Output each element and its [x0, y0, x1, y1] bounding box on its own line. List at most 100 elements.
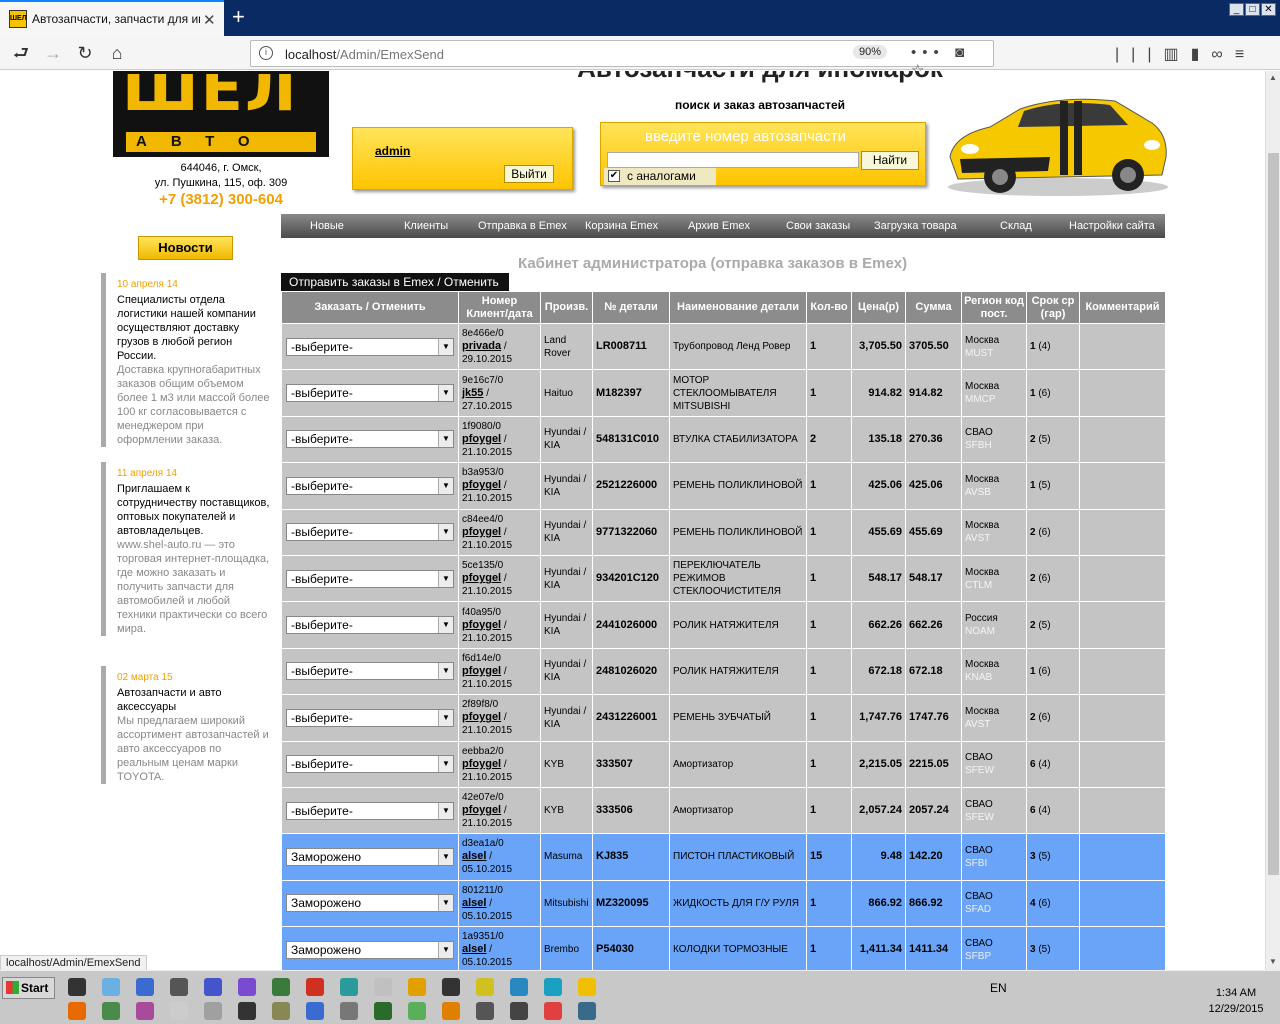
- client-link[interactable]: privada: [462, 340, 501, 352]
- client-link[interactable]: jk55: [462, 387, 483, 399]
- minimize-window-icon[interactable]: _: [1229, 3, 1244, 16]
- vstudio-taskbar-icon[interactable]: [238, 978, 256, 996]
- news-headline[interactable]: Автозапчасти и авто аксессуары: [117, 686, 271, 714]
- chrome-taskbar-icon[interactable]: [510, 978, 528, 996]
- pocket-icon[interactable]: ◙: [955, 44, 970, 61]
- flag-taskbar-icon[interactable]: [544, 1002, 562, 1020]
- action-select[interactable]: -выберите- ▼: [286, 569, 454, 588]
- news-headline[interactable]: Специалисты отдела логистики нашей компа…: [117, 293, 271, 363]
- fb-taskbar-icon[interactable]: [170, 978, 188, 996]
- system-clock[interactable]: 1:34 AM 12/29/2015: [1195, 985, 1277, 1017]
- firefox-taskbar-icon[interactable]: [68, 1002, 86, 1020]
- action-select[interactable]: -выберите- ▼: [286, 476, 454, 495]
- back-icon[interactable]: ⮐: [8, 41, 34, 65]
- db-taskbar-icon[interactable]: [204, 1002, 222, 1020]
- paint-taskbar-icon[interactable]: [340, 1002, 358, 1020]
- action-select[interactable]: -выберите- ▼: [286, 616, 454, 635]
- menu-item[interactable]: Загрузка товара: [874, 220, 957, 232]
- close-window-icon[interactable]: ✕: [1261, 3, 1276, 16]
- exe-taskbar-icon[interactable]: [408, 1002, 426, 1020]
- extension-icon[interactable]: ▮: [1191, 46, 1212, 63]
- client-link[interactable]: pfoygel: [462, 619, 501, 631]
- client-link[interactable]: pfoygel: [462, 804, 501, 816]
- action-select[interactable]: -выберите- ▼: [286, 662, 454, 681]
- action-select[interactable]: -выберите- ▼: [286, 384, 454, 403]
- action-select[interactable]: Заморожено ▼: [286, 940, 454, 959]
- scrollbar-thumb[interactable]: [1268, 153, 1279, 875]
- part-search-input[interactable]: [607, 152, 859, 168]
- client-link[interactable]: pfoygel: [462, 572, 501, 584]
- start-button[interactable]: Start: [2, 977, 55, 999]
- vs-taskbar-icon[interactable]: [136, 978, 154, 996]
- paint2-taskbar-icon[interactable]: [408, 978, 426, 996]
- sidebar-icon[interactable]: ▥: [1163, 46, 1190, 63]
- pin-taskbar-icon[interactable]: [476, 978, 494, 996]
- notepad-taskbar-icon[interactable]: [102, 978, 120, 996]
- network-taskbar-icon[interactable]: [374, 978, 392, 996]
- link-taskbar-icon[interactable]: [204, 978, 222, 996]
- client-link[interactable]: pfoygel: [462, 711, 501, 723]
- action-select[interactable]: Заморожено ▼: [286, 894, 454, 913]
- maximize-window-icon[interactable]: □: [1245, 3, 1260, 16]
- action-select[interactable]: -выберите- ▼: [286, 755, 454, 774]
- action-select[interactable]: -выберите- ▼: [286, 430, 454, 449]
- scroll-down-icon[interactable]: ▼: [1269, 957, 1277, 966]
- dropdown-arrow-icon[interactable]: ▼: [438, 802, 453, 819]
- edge-taskbar-icon[interactable]: [544, 978, 562, 996]
- reload-icon[interactable]: ↻: [72, 41, 98, 65]
- client-link[interactable]: pfoygel: [462, 526, 501, 538]
- news-headline[interactable]: Приглашаем к сотрудничеству поставщиков,…: [117, 482, 271, 538]
- cmd-taskbar-icon[interactable]: [68, 978, 86, 996]
- forward-icon[interactable]: →: [40, 41, 66, 65]
- client-link[interactable]: alsel: [462, 850, 486, 862]
- zoom-level-badge[interactable]: 90%: [853, 45, 888, 59]
- dropdown-arrow-icon[interactable]: ▼: [438, 524, 453, 541]
- site-info-icon[interactable]: i: [259, 46, 273, 60]
- menu-item[interactable]: Отправка в Emex: [478, 220, 567, 232]
- dropdown-arrow-icon[interactable]: ▼: [438, 431, 453, 448]
- explorer-taskbar-icon[interactable]: [102, 1002, 120, 1020]
- xls-taskbar-icon[interactable]: [272, 1002, 290, 1020]
- user-link[interactable]: admin: [375, 144, 410, 158]
- dropdown-arrow-icon[interactable]: ▼: [438, 895, 453, 912]
- dropdown-arrow-icon[interactable]: ▼: [438, 385, 453, 402]
- star-taskbar-icon[interactable]: [442, 978, 460, 996]
- menu-item[interactable]: Клиенты: [404, 220, 448, 232]
- action-select[interactable]: -выберите- ▼: [286, 337, 454, 356]
- dropdown-arrow-icon[interactable]: ▼: [438, 756, 453, 773]
- scroll-up-icon[interactable]: ▲: [1269, 73, 1277, 82]
- page-scrollbar[interactable]: ▲ ▼: [1265, 71, 1280, 970]
- client-link[interactable]: pfoygel: [462, 433, 501, 445]
- dropbox-taskbar-icon[interactable]: [578, 1002, 596, 1020]
- search-button[interactable]: Найти: [861, 151, 919, 170]
- dropdown-arrow-icon[interactable]: ▼: [438, 663, 453, 680]
- ipv-taskbar-icon[interactable]: [374, 1002, 392, 1020]
- notes-taskbar-icon[interactable]: [578, 978, 596, 996]
- new-tab-icon[interactable]: +: [232, 4, 245, 30]
- home-icon[interactable]: ⌂: [104, 41, 130, 65]
- tone-taskbar-icon[interactable]: [510, 1002, 528, 1020]
- cone-taskbar-icon[interactable]: [442, 1002, 460, 1020]
- tool-taskbar-icon[interactable]: [272, 978, 290, 996]
- library-icon[interactable]: |||: [1115, 46, 1163, 63]
- action-select[interactable]: -выберите- ▼: [286, 708, 454, 727]
- client-link[interactable]: pfoygel: [462, 665, 501, 677]
- action-select[interactable]: -выберите- ▼: [286, 801, 454, 820]
- filezilla-taskbar-icon[interactable]: [306, 978, 324, 996]
- rd-taskbar-icon[interactable]: [238, 1002, 256, 1020]
- client-link[interactable]: pfoygel: [462, 479, 501, 491]
- menu-item[interactable]: Новые: [310, 220, 344, 232]
- client-link[interactable]: pfoygel: [462, 758, 501, 770]
- dropdown-arrow-icon[interactable]: ▼: [438, 617, 453, 634]
- menu-item[interactable]: Корзина Emex: [585, 220, 658, 232]
- send-to-emex-button[interactable]: Отправить заказы в Emex / Отменить: [281, 273, 509, 291]
- browser-tab[interactable]: ШЕЛ Автозапчасти, запчасти для иномарок …: [0, 0, 224, 36]
- action-select[interactable]: Заморожено ▼: [286, 847, 454, 866]
- ie-taskbar-icon[interactable]: [170, 1002, 188, 1020]
- client-link[interactable]: alsel: [462, 897, 486, 909]
- address-bar[interactable]: i localhost/Admin/EmexSend 90% ••• ◙ ☆: [250, 40, 994, 79]
- more-actions-icon[interactable]: •••: [911, 44, 945, 61]
- logout-button[interactable]: Выйти: [504, 165, 554, 183]
- dropdown-arrow-icon[interactable]: ▼: [438, 941, 453, 958]
- news-button[interactable]: Новости: [138, 236, 233, 260]
